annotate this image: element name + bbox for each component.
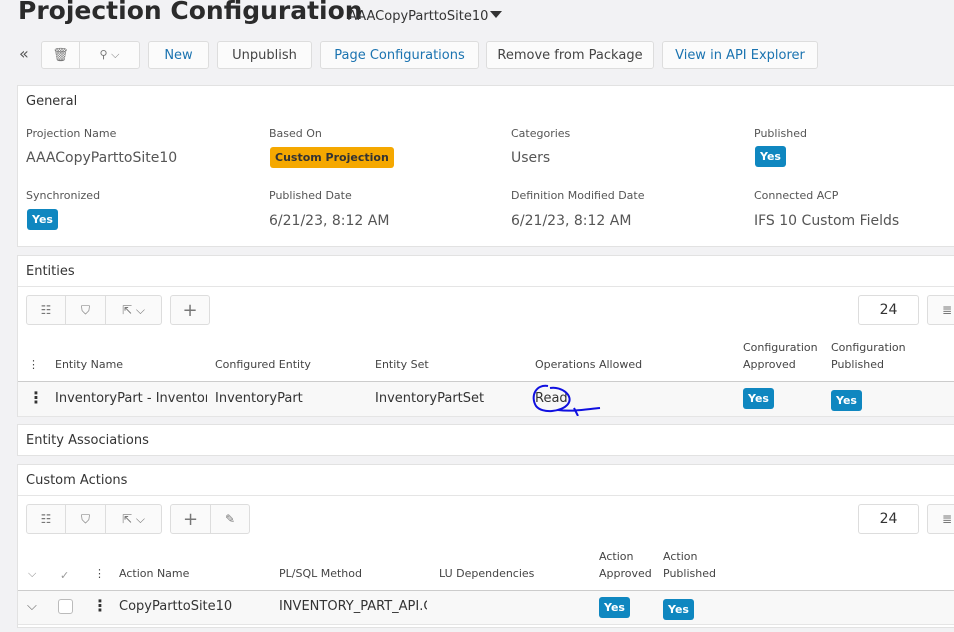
column-header[interactable]: Action Approved bbox=[599, 548, 652, 582]
entity-associations-title: Entity Associations bbox=[26, 433, 149, 448]
published-date-value: 6/21/23, 8:12 AM bbox=[269, 213, 390, 229]
field-label: Definition Modified Date bbox=[511, 189, 645, 202]
column-menu-icon[interactable]: ⋮ bbox=[28, 356, 39, 373]
delete-icon[interactable]: 🗑 bbox=[42, 42, 80, 68]
action-approved-badge: Yes bbox=[599, 597, 630, 618]
add-entity-button[interactable]: + bbox=[170, 295, 210, 325]
expand-row-chevron-icon[interactable]: ⌵ bbox=[27, 599, 37, 614]
collapse-double-chevron-icon[interactable]: « bbox=[19, 44, 29, 63]
field-label: Published bbox=[754, 127, 807, 140]
entity-name-cell: InventoryPart - Inventory bbox=[55, 391, 207, 406]
edit-pencil-icon[interactable]: ✎ bbox=[211, 505, 249, 533]
field-label: Published Date bbox=[269, 189, 352, 202]
column-header[interactable]: PL/SQL Method bbox=[279, 565, 362, 582]
based-on-badge: Custom Projection bbox=[270, 147, 394, 168]
table-row[interactable]: ⌵ ⋮ CopyParttoSite10 INVENTORY_PART_API.… bbox=[18, 590, 954, 625]
export-dropdown-icon[interactable]: ⇱ ⌵ bbox=[106, 505, 161, 533]
definition-modified-date-value: 6/21/23, 8:12 AM bbox=[511, 213, 632, 229]
entities-title: Entities bbox=[26, 264, 75, 279]
remove-from-package-button[interactable]: Remove from Package bbox=[486, 41, 654, 69]
field-label: Synchronized bbox=[26, 189, 101, 202]
density-menu-icon[interactable]: ≣ bbox=[927, 295, 954, 325]
view-in-api-explorer-button[interactable]: View in API Explorer bbox=[662, 41, 818, 69]
entities-card: Entities ☷ ⛉ ⇱ ⌵ + 24 ≣ ⋮ Entity Name Co… bbox=[17, 255, 954, 417]
column-header[interactable]: Operations Allowed bbox=[535, 356, 642, 373]
configuration-approved-badge: Yes bbox=[743, 388, 774, 409]
entity-set-cell: InventoryPartSet bbox=[375, 391, 485, 406]
column-header[interactable]: LU Dependencies bbox=[439, 565, 534, 582]
general-card: General Projection Name AAACopyParttoSit… bbox=[17, 85, 954, 247]
page-size-value: 24 bbox=[879, 511, 898, 527]
configuration-published-badge: Yes bbox=[831, 390, 862, 411]
row-menu-icon[interactable]: ⋮ bbox=[92, 596, 108, 615]
field-label: Projection Name bbox=[26, 127, 117, 140]
page-size-select[interactable]: 24 bbox=[858, 295, 919, 325]
projection-selector[interactable]: AAACopyParttoSite10 bbox=[348, 9, 488, 24]
configured-entity-cell: InventoryPart bbox=[215, 391, 303, 406]
field-label: Based On bbox=[269, 127, 322, 140]
entity-associations-card[interactable]: Entity Associations bbox=[17, 424, 954, 456]
column-header[interactable]: Entity Name bbox=[55, 356, 123, 373]
new-button[interactable]: New bbox=[148, 41, 209, 69]
column-menu-icon[interactable]: ⋮ bbox=[94, 565, 105, 582]
density-menu-icon[interactable]: ≣ bbox=[927, 504, 954, 534]
action-edit-group: + ✎ bbox=[170, 504, 250, 534]
plus-icon: + bbox=[182, 299, 198, 321]
chevron-down-icon[interactable] bbox=[490, 11, 502, 18]
column-header[interactable]: Action Name bbox=[119, 565, 189, 582]
row-checkbox[interactable] bbox=[58, 599, 73, 614]
general-title: General bbox=[26, 94, 78, 109]
column-header[interactable]: Configuration Published bbox=[831, 339, 906, 373]
field-label: Categories bbox=[511, 127, 571, 140]
page-size-select[interactable]: 24 bbox=[858, 504, 919, 534]
column-header[interactable]: Configured Entity bbox=[215, 356, 311, 373]
expand-all-chevron-icon[interactable]: ⌵ bbox=[28, 565, 36, 582]
synchronized-badge: Yes bbox=[27, 209, 58, 230]
column-header[interactable]: Entity Set bbox=[375, 356, 429, 373]
categories-value: Users bbox=[511, 150, 551, 166]
plsql-method-cell: INVENTORY_PART_API.CO bbox=[279, 599, 427, 614]
connected-acp-value: IFS 10 Custom Fields bbox=[754, 213, 900, 229]
table-row[interactable]: ⋮ InventoryPart - Inventory InventoryPar… bbox=[18, 381, 954, 417]
toolbar-icon-group: 🗑 ⚲ ⌵ bbox=[41, 41, 140, 69]
select-all-check-icon[interactable]: ✓ bbox=[60, 567, 69, 584]
unpublish-button[interactable]: Unpublish bbox=[217, 41, 312, 69]
projection-name-value: AAACopyParttoSite10 bbox=[26, 150, 178, 166]
action-name-cell: CopyParttoSite10 bbox=[119, 599, 233, 614]
published-badge: Yes bbox=[755, 146, 786, 167]
export-dropdown-icon[interactable]: ⇱ ⌵ bbox=[106, 296, 161, 324]
filter-icon[interactable]: ⛉ bbox=[66, 296, 106, 324]
custom-actions-title: Custom Actions bbox=[26, 473, 128, 488]
custom-actions-card: Custom Actions ☷ ⛉ ⇱ ⌵ + ✎ 24 ≣ ⌵ ✓ ⋮ Ac… bbox=[17, 464, 954, 628]
page-configurations-button[interactable]: Page Configurations bbox=[320, 41, 479, 69]
column-header[interactable]: Configuration Approved bbox=[743, 339, 818, 373]
column-chooser-icon[interactable]: ☷ bbox=[27, 505, 66, 533]
page-size-value: 24 bbox=[879, 302, 898, 318]
column-chooser-icon[interactable]: ☷ bbox=[27, 296, 66, 324]
filter-icon[interactable]: ⛉ bbox=[66, 505, 106, 533]
entities-table-toolbar: ☷ ⛉ ⇱ ⌵ bbox=[26, 295, 162, 325]
notification-dropdown-icon[interactable]: ⚲ ⌵ bbox=[80, 48, 139, 62]
field-label: Connected ACP bbox=[754, 189, 839, 202]
actions-table-toolbar: ☷ ⛉ ⇱ ⌵ bbox=[26, 504, 162, 534]
row-menu-icon[interactable]: ⋮ bbox=[28, 388, 44, 407]
plus-icon[interactable]: + bbox=[171, 505, 211, 533]
column-header[interactable]: Action Published bbox=[663, 548, 716, 582]
action-published-badge: Yes bbox=[663, 599, 694, 620]
page-title: Projection Configuration bbox=[18, 0, 363, 25]
handwritten-circle-annotation bbox=[532, 384, 601, 416]
